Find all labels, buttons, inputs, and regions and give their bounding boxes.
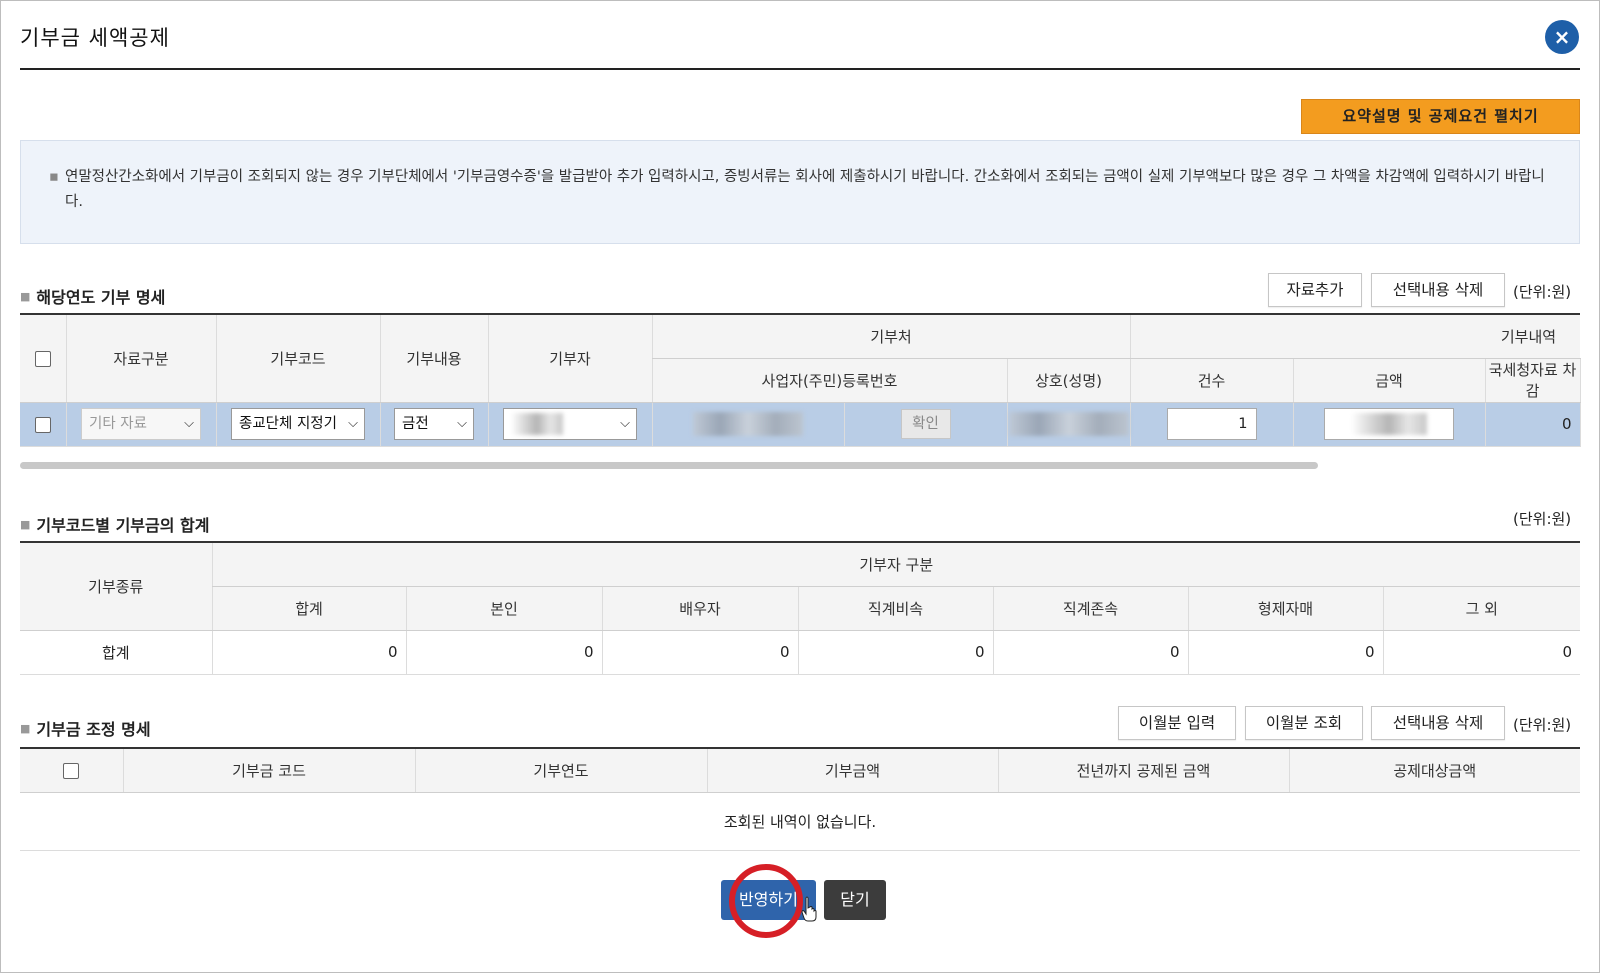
content-select[interactable]: 금전 ⌵ [394, 408, 474, 440]
select-all-cell [20, 748, 123, 793]
unit-label: (단위:원) [1513, 716, 1572, 734]
header-recipient-group: 기부처 [651, 314, 1131, 359]
value-spouse: 0 [601, 630, 798, 675]
value-ascendants: 0 [992, 630, 1188, 675]
horizontal-scrollbar[interactable] [20, 462, 1318, 469]
header-prior-deducted: 전년까지 공제된 금액 [997, 748, 1289, 793]
header-name: 상호(성명) [1006, 358, 1131, 403]
section-title-text: 기부코드별 기부금의 합계 [36, 516, 210, 535]
header-siblings: 형제자매 [1187, 586, 1383, 631]
highlight-circle [729, 864, 803, 938]
value-self: 0 [405, 630, 602, 675]
unit-label: (단위:원) [1513, 510, 1572, 528]
code-totals-table: 기부종류 기부자 구분 합계 본인 배우자 직계비속 직계존속 형제자매 그 외… [20, 541, 1581, 675]
header-descendants: 직계비속 [797, 586, 993, 631]
header-total: 합계 [211, 586, 406, 631]
empty-message: 조회된 내역이 없습니다. [20, 792, 1580, 851]
header-kind: 기부종류 [20, 542, 212, 631]
unit-label: (단위:원) [1513, 283, 1572, 301]
content-value: 금전 [402, 416, 429, 432]
header-others: 그 외 [1382, 586, 1581, 631]
confirm-cell: 확인 [843, 402, 1007, 447]
bullet-icon: ▪ [49, 169, 59, 185]
name-cell [1006, 402, 1131, 447]
close-icon-button[interactable]: × [1545, 20, 1579, 54]
count-input[interactable]: 1 [1166, 408, 1257, 440]
table-row[interactable]: 기타 자료 ⌵ 종교단체 지정기 ⌵ 금전 ⌵ ⌵ 확인 1 0 [20, 402, 1581, 447]
carryover-input-button[interactable]: 이월분 입력 [1118, 706, 1236, 740]
section-title-text: 기부금 조정 명세 [36, 720, 151, 739]
select-all-checkbox-2[interactable] [63, 762, 80, 779]
header-count: 건수 [1129, 358, 1294, 403]
table-row: 합계 0 0 0 0 0 0 0 [20, 630, 1581, 675]
bullet-icon: ■ [20, 518, 31, 531]
header-eligible-amount: 공제대상금액 [1288, 748, 1580, 793]
add-data-button[interactable]: 자료추가 [1268, 273, 1362, 307]
reg-no-cell [651, 402, 844, 447]
confirm-button[interactable]: 확인 [900, 409, 951, 439]
donation-table: 자료구분 기부코드 기부내용 기부자 기부처 기부내역 사업자(주민)등록번호 … [20, 313, 1581, 447]
chevron-down-icon: ⌵ [184, 416, 194, 431]
section-title-donations: ■ 해당연도 기부 명세 [20, 284, 165, 308]
section-title-code-totals: ■ 기부코드별 기부금의 합계 [20, 512, 209, 536]
bullet-icon: ■ [20, 722, 31, 735]
header-reg-no: 사업자(주민)등록번호 [651, 358, 1007, 403]
header-content: 기부내용 [379, 314, 488, 403]
chevron-down-icon: ⌵ [457, 416, 467, 431]
header-detail-group: 기부내역 [1129, 314, 1581, 359]
section-title-adjustments: ■ 기부금 조정 명세 [20, 716, 151, 740]
value-descendants: 0 [797, 630, 993, 675]
amount-input[interactable] [1324, 408, 1455, 440]
close-button[interactable]: 닫기 [824, 880, 886, 920]
header-donation-year: 기부연도 [414, 748, 707, 793]
name-redacted [1008, 412, 1129, 436]
data-type-select[interactable]: 기타 자료 ⌵ [81, 408, 201, 440]
row-checkbox[interactable] [34, 416, 51, 433]
row-checkbox-cell [20, 402, 66, 447]
summary-expand-button[interactable]: 요약설명 및 공제요건 펼치기 [1301, 99, 1580, 134]
header-data-type: 자료구분 [65, 314, 216, 403]
header-donation-amount: 기부금액 [706, 748, 998, 793]
select-all-checkbox[interactable] [34, 350, 51, 367]
title-divider [20, 68, 1580, 70]
select-all-cell [20, 314, 66, 403]
bullet-icon: ■ [20, 290, 31, 303]
value-siblings: 0 [1187, 630, 1383, 675]
header-ascendants: 직계존속 [992, 586, 1188, 631]
header-code: 기부코드 [215, 314, 380, 403]
dialog-title: 기부금 세액공제 [20, 26, 170, 50]
donor-select[interactable]: ⌵ [503, 408, 637, 440]
value-others: 0 [1382, 630, 1581, 675]
notice-text: 연말정산간소화에서 기부금이 조회되지 않는 경우 기부단체에서 '기부금영수증… [65, 169, 1545, 210]
header-nts-deduct: 국세청자료 차감 [1484, 358, 1581, 403]
code-value: 종교단체 지정기 [239, 416, 337, 432]
adjustment-table: 기부금 코드 기부연도 기부금액 전년까지 공제된 금액 공제대상금액 조회된 … [20, 747, 1580, 851]
header-self: 본인 [405, 586, 602, 631]
notice-box: ▪ 연말정산간소화에서 기부금이 조회되지 않는 경우 기부단체에서 '기부금영… [20, 140, 1580, 244]
header-amount: 금액 [1292, 358, 1486, 403]
data-type-value: 기타 자료 [89, 416, 147, 432]
amount-redacted [1351, 413, 1428, 435]
delete-selected-button-2[interactable]: 선택내용 삭제 [1371, 706, 1505, 740]
reg-no-redacted [693, 412, 803, 436]
code-select[interactable]: 종교단체 지정기 ⌵ [231, 408, 365, 440]
header-donor-group: 기부자 구분 [211, 542, 1581, 587]
hand-cursor-icon [801, 896, 817, 922]
nts-deduct-value: 0 [1484, 402, 1581, 447]
delete-selected-button[interactable]: 선택내용 삭제 [1371, 273, 1505, 307]
carryover-view-button[interactable]: 이월분 조회 [1245, 706, 1363, 740]
header-donor: 기부자 [487, 314, 652, 403]
donor-redacted [511, 413, 563, 435]
section-title-text: 해당연도 기부 명세 [36, 288, 166, 307]
header-spouse: 배우자 [601, 586, 798, 631]
chevron-down-icon: ⌵ [348, 416, 358, 431]
row-label: 합계 [20, 630, 212, 675]
chevron-down-icon: ⌵ [620, 416, 630, 431]
value-total: 0 [211, 630, 406, 675]
header-donation-code: 기부금 코드 [122, 748, 415, 793]
